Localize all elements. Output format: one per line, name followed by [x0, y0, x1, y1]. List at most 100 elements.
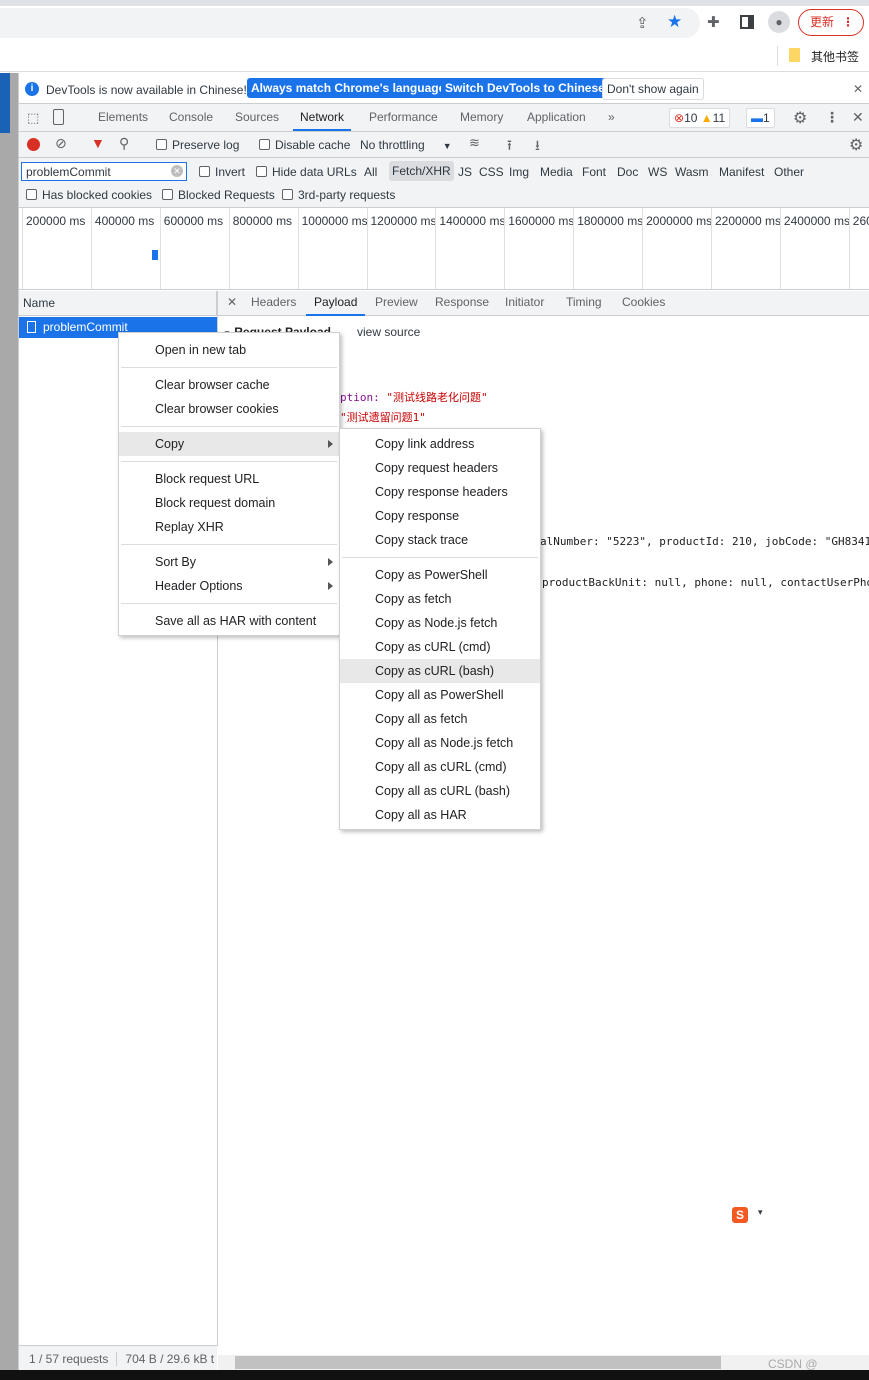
tab-performance[interactable]: Performance — [369, 104, 438, 131]
view-source-link[interactable]: view source — [357, 325, 420, 339]
menu-item-copy-as-curl-cmd[interactable]: Copy as cURL (cmd) — [340, 635, 540, 659]
menu-item-block-request-url[interactable]: Block request URL — [119, 467, 339, 491]
menu-item-copy-stack-trace[interactable]: Copy stack trace — [340, 528, 540, 552]
dont-show-again-button[interactable]: Don't show again — [602, 78, 704, 100]
tab-sources[interactable]: Sources — [235, 104, 279, 131]
filter-type-manifest[interactable]: Manifest — [719, 165, 764, 179]
filter-type-fetch-xhr[interactable]: Fetch/XHR — [389, 161, 454, 181]
extensions-icon[interactable]: ✚ — [707, 13, 720, 31]
network-overview-timeline[interactable]: 200000 ms 400000 ms 600000 ms 800000 ms 1000… — [19, 208, 869, 290]
network-conditions-icon[interactable]: ≋ — [469, 135, 480, 151]
menu-item-copy-all-as-har[interactable]: Copy all as HAR — [340, 803, 540, 827]
invert-checkbox[interactable]: Invert — [199, 165, 245, 179]
settings-gear-icon[interactable]: ⚙ — [793, 108, 807, 128]
menu-item-copy-as-node-js-fetch[interactable]: Copy as Node.js fetch — [340, 611, 540, 635]
menu-item-copy-request-headers[interactable]: Copy request headers — [340, 456, 540, 480]
export-har-icon[interactable]: ⭳ — [535, 135, 540, 159]
more-tabs-icon[interactable]: » — [608, 104, 615, 131]
menu-item-save-all-as-har-with-content[interactable]: Save all as HAR with content — [119, 609, 339, 633]
tab-console[interactable]: Console — [169, 104, 213, 131]
filter-input[interactable]: problemCommit ✕ — [21, 162, 187, 181]
timeline-tick: 200000 ms — [22, 208, 85, 289]
tab-headers[interactable]: Headers — [251, 291, 296, 316]
filter-type-doc[interactable]: Doc — [617, 165, 638, 179]
has-blocked-cookies-checkbox[interactable]: Has blocked cookies — [26, 188, 152, 202]
menu-item-sort-by[interactable]: Sort By — [119, 550, 339, 574]
close-detail-icon[interactable]: ✕ — [227, 291, 237, 316]
hide-data-urls-checkbox[interactable]: Hide data URLs — [256, 165, 357, 179]
filter-type-media[interactable]: Media — [540, 165, 573, 179]
share-icon[interactable]: ⇪ — [636, 14, 649, 32]
clear-filter-icon[interactable]: ✕ — [171, 165, 183, 177]
menu-item-label: Clear browser cache — [155, 378, 270, 392]
tab-application[interactable]: Application — [527, 104, 586, 131]
filter-type-js[interactable]: JS — [458, 165, 472, 179]
preserve-log-checkbox[interactable]: Preserve log — [156, 138, 239, 152]
address-bar[interactable] — [0, 8, 700, 38]
tab-memory[interactable]: Memory — [460, 104, 503, 131]
menu-item-block-request-domain[interactable]: Block request domain — [119, 491, 339, 515]
switch-devtools-chinese-button[interactable]: Switch DevTools to Chinese — [441, 78, 609, 98]
menu-item-copy-all-as-powershell[interactable]: Copy all as PowerShell — [340, 683, 540, 707]
third-party-checkbox[interactable]: 3rd-party requests — [282, 188, 395, 202]
disable-cache-checkbox[interactable]: Disable cache — [259, 138, 350, 152]
filter-type-css[interactable]: CSS — [479, 165, 504, 179]
close-infobar-icon[interactable]: ✕ — [853, 82, 863, 96]
filter-type-all[interactable]: All — [364, 165, 377, 179]
filter-type-other[interactable]: Other — [774, 165, 804, 179]
menu-item-replay-xhr[interactable]: Replay XHR — [119, 515, 339, 539]
import-har-icon[interactable]: ⭱ — [507, 135, 512, 159]
tab-cookies[interactable]: Cookies — [622, 291, 665, 316]
record-icon[interactable] — [27, 138, 40, 151]
tab-payload[interactable]: Payload — [306, 291, 366, 316]
tab-response[interactable]: Response — [435, 291, 489, 316]
throttling-select[interactable]: No throttling ▼ — [360, 138, 452, 152]
menu-item-header-options[interactable]: Header Options — [119, 574, 339, 598]
network-settings-icon[interactable]: ⚙ — [849, 135, 863, 155]
menu-item-copy-all-as-fetch[interactable]: Copy all as fetch — [340, 707, 540, 731]
menu-item-open-in-new-tab[interactable]: Open in new tab — [119, 338, 339, 362]
tab-network[interactable]: Network — [293, 104, 352, 131]
update-button[interactable]: 更新 ⋮ — [798, 9, 864, 36]
menu-item-clear-browser-cookies[interactable]: Clear browser cookies — [119, 397, 339, 421]
side-panel-icon[interactable] — [740, 15, 754, 29]
filter-type-wasm[interactable]: Wasm — [675, 165, 709, 179]
menu-item-copy-all-as-node-js-fetch[interactable]: Copy all as Node.js fetch — [340, 731, 540, 755]
menu-item-copy-as-powershell[interactable]: Copy as PowerShell — [340, 563, 540, 587]
menu-item-copy-response-headers[interactable]: Copy response headers — [340, 480, 540, 504]
issues-counter[interactable]: ⊗10 ▲11 — [669, 108, 731, 128]
clear-icon[interactable]: ⊘ — [55, 135, 67, 152]
scrollbar-thumb[interactable] — [235, 1356, 721, 1369]
star-icon[interactable]: ★ — [667, 12, 682, 32]
menu-item-copy-all-as-curl-bash[interactable]: Copy all as cURL (bash) — [340, 779, 540, 803]
tab-elements[interactable]: Elements — [98, 104, 148, 131]
menu-item-copy-as-curl-bash[interactable]: Copy as cURL (bash) — [340, 659, 540, 683]
menu-item-copy-all-as-curl-cmd[interactable]: Copy all as cURL (cmd) — [340, 755, 540, 779]
tab-preview[interactable]: Preview — [375, 291, 418, 316]
timeline-tick: 2000000 ms — [642, 208, 712, 289]
close-devtools-icon[interactable]: ✕ — [852, 109, 864, 126]
bookmark-folder[interactable]: 其他书签 — [811, 48, 859, 65]
inspect-element-icon[interactable]: ⬚ — [27, 110, 39, 126]
tab-timing[interactable]: Timing — [566, 291, 602, 316]
tab-initiator[interactable]: Initiator — [505, 291, 544, 316]
device-toolbar-icon[interactable] — [53, 109, 64, 125]
search-icon[interactable]: ⚲ — [119, 135, 129, 152]
filter-icon[interactable]: ▼ — [91, 135, 105, 151]
filter-type-ws[interactable]: WS — [648, 165, 667, 179]
filter-type-font[interactable]: Font — [582, 165, 606, 179]
profile-avatar-icon[interactable]: ● — [768, 11, 790, 33]
menu-item-clear-browser-cache[interactable]: Clear browser cache — [119, 373, 339, 397]
blocked-requests-checkbox[interactable]: Blocked Requests — [162, 188, 275, 202]
messages-counter[interactable]: ▬1 — [746, 108, 775, 128]
more-options-icon[interactable]: ⋮ — [825, 109, 839, 126]
always-match-language-button[interactable]: Always match Chrome's language — [247, 78, 450, 98]
name-column-header[interactable]: Name — [19, 291, 217, 316]
ime-logo-icon[interactable]: S — [732, 1207, 748, 1223]
ime-menu-icon[interactable]: ▾ — [758, 1207, 763, 1218]
menu-item-copy-as-fetch[interactable]: Copy as fetch — [340, 587, 540, 611]
menu-item-copy[interactable]: Copy — [119, 432, 339, 456]
filter-type-img[interactable]: Img — [509, 165, 529, 179]
menu-item-copy-link-address[interactable]: Copy link address — [340, 432, 540, 456]
menu-item-copy-response[interactable]: Copy response — [340, 504, 540, 528]
